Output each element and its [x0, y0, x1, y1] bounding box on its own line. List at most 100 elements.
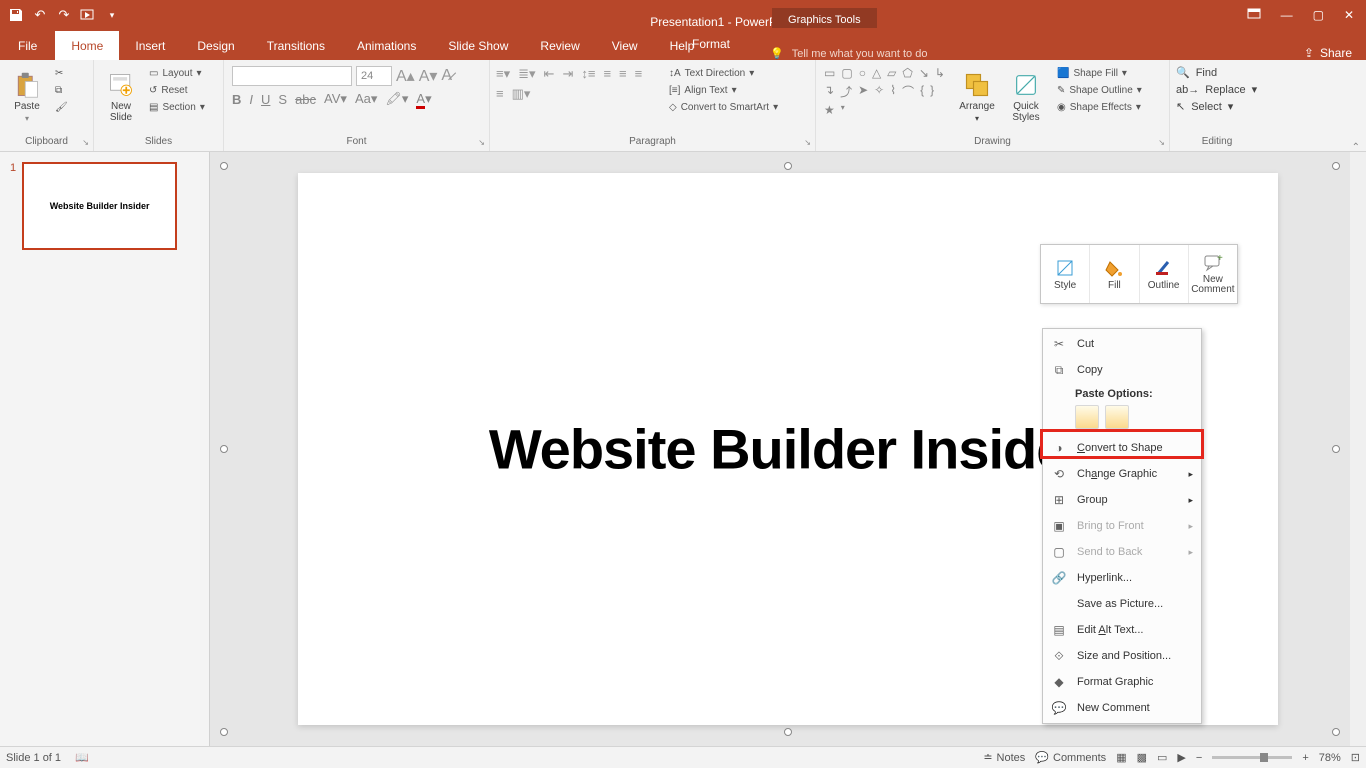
save-icon[interactable] — [8, 7, 24, 23]
cm-send-to-back[interactable]: ▢Send to Back▸ — [1043, 539, 1201, 565]
paragraph-launcher-icon[interactable]: ↘ — [804, 138, 811, 147]
normal-view-button[interactable]: ▦ — [1116, 751, 1126, 764]
tab-file[interactable]: File — [0, 32, 55, 60]
start-from-beginning-icon[interactable] — [80, 7, 96, 23]
format-painter-button[interactable]: 🖌 — [49, 100, 74, 115]
selection-handle[interactable] — [1332, 728, 1340, 736]
selection-handle[interactable] — [1332, 445, 1340, 453]
mini-fill-button[interactable]: Fill — [1090, 245, 1139, 303]
clear-formatting-icon[interactable]: A̷ — [441, 67, 452, 85]
mini-new-comment-button[interactable]: +New Comment — [1189, 245, 1237, 303]
shape-fill-button[interactable]: 🟦 Shape Fill ▾ — [1051, 66, 1148, 81]
tab-slideshow[interactable]: Slide Show — [432, 32, 524, 60]
find-button[interactable]: 🔍 Find — [1176, 66, 1257, 79]
spellcheck-button[interactable]: 📖 — [75, 751, 89, 764]
paste-option-use-destination[interactable] — [1075, 405, 1099, 429]
minimize-icon[interactable]: — — [1281, 8, 1293, 23]
cm-size-position[interactable]: ⟐Size and Position... — [1043, 643, 1201, 669]
tell-me-search[interactable]: 💡 Tell me what you want to do — [770, 47, 927, 60]
cut-button[interactable]: ✂ — [49, 66, 74, 81]
clipboard-launcher-icon[interactable]: ↘ — [82, 138, 89, 147]
font-launcher-icon[interactable]: ↘ — [478, 138, 485, 147]
zoom-slider[interactable] — [1212, 756, 1292, 759]
font-name-input[interactable] — [232, 66, 352, 86]
redo-icon[interactable]: ↷ — [56, 7, 72, 23]
tab-insert[interactable]: Insert — [119, 32, 181, 60]
tab-animations[interactable]: Animations — [341, 32, 432, 60]
vertical-scrollbar[interactable] — [1350, 152, 1366, 746]
cm-new-comment[interactable]: 💬New Comment — [1043, 695, 1201, 721]
justify-button[interactable]: ≡ — [496, 86, 504, 102]
slide-sorter-button[interactable]: ▩ — [1137, 751, 1147, 764]
paste-button[interactable]: Paste ▾ — [6, 64, 48, 130]
layout-button[interactable]: ▭ Layout ▾ — [143, 66, 211, 81]
new-slide-button[interactable]: New Slide — [100, 64, 142, 130]
bullets-button[interactable]: ≡▾ — [496, 66, 510, 82]
fit-to-window-button[interactable]: ⊡ — [1351, 751, 1360, 764]
tab-review[interactable]: Review — [524, 32, 595, 60]
cm-edit-alt-text[interactable]: ▤Edit Alt Text... — [1043, 617, 1201, 643]
quick-styles-button[interactable]: Quick Styles — [1002, 64, 1050, 130]
share-button[interactable]: ⇪ Share — [1304, 46, 1352, 60]
tab-design[interactable]: Design — [181, 32, 250, 60]
selection-handle[interactable] — [220, 162, 228, 170]
character-spacing-button[interactable]: AV▾ — [324, 91, 347, 107]
copy-button[interactable]: ⧉ — [49, 83, 74, 98]
zoom-level[interactable]: 78% — [1319, 752, 1341, 764]
cm-copy[interactable]: ⧉Copy — [1043, 357, 1201, 383]
columns-button[interactable]: ▥▾ — [512, 86, 531, 102]
cm-cut[interactable]: ✂Cut — [1043, 331, 1201, 357]
slide-thumbnail-1[interactable]: Website Builder Insider — [22, 162, 177, 250]
arrange-button[interactable]: Arrange▾ — [953, 64, 1001, 130]
cm-change-graphic[interactable]: ⟲Change Graphic▸ — [1043, 461, 1201, 487]
cm-format-graphic[interactable]: ◆Format Graphic — [1043, 669, 1201, 695]
font-color-button[interactable]: A▾ — [416, 91, 431, 107]
italic-button[interactable]: I — [249, 92, 253, 107]
highlight-button[interactable]: 🖍▾ — [385, 91, 408, 107]
maximize-icon[interactable]: ▢ — [1313, 8, 1324, 23]
reset-button[interactable]: ↺ Reset — [143, 83, 211, 98]
shadow-button[interactable]: S — [278, 92, 287, 107]
select-button[interactable]: ↖ Select ▾ — [1176, 100, 1257, 113]
paste-option-picture[interactable] — [1105, 405, 1129, 429]
slideshow-view-button[interactable]: ▶ — [1177, 751, 1185, 764]
change-case-button[interactable]: Aa▾ — [355, 91, 377, 107]
text-direction-button[interactable]: ↕A Text Direction ▾ — [663, 66, 784, 81]
selection-handle[interactable] — [1332, 162, 1340, 170]
tab-home[interactable]: Home — [55, 31, 119, 60]
tab-transitions[interactable]: Transitions — [251, 32, 341, 60]
numbering-button[interactable]: ≣▾ — [518, 66, 535, 82]
zoom-out-button[interactable]: − — [1196, 752, 1202, 764]
ribbon-options-icon[interactable] — [1247, 8, 1261, 23]
strikethrough-button[interactable]: abc — [295, 92, 316, 107]
section-button[interactable]: ▤ Section ▾ — [143, 100, 211, 115]
increase-font-icon[interactable]: A▴ — [396, 66, 415, 86]
selection-handle[interactable] — [220, 728, 228, 736]
underline-button[interactable]: U — [261, 92, 270, 107]
align-left-button[interactable]: ≡ — [603, 66, 611, 82]
shape-outline-button[interactable]: ✎ Shape Outline ▾ — [1051, 83, 1148, 98]
convert-smartart-button[interactable]: ◇ Convert to SmartArt ▾ — [663, 100, 784, 115]
tab-format[interactable]: Format — [670, 30, 752, 58]
decrease-font-icon[interactable]: A▾ — [419, 66, 438, 86]
drawing-launcher-icon[interactable]: ↘ — [1158, 138, 1165, 147]
shapes-gallery[interactable]: ▭▢○△▱⬠ ↘↳↴⤴➤✧ ⌇⌒{}★▾ — [822, 64, 952, 119]
cm-group[interactable]: ⊞Group▸ — [1043, 487, 1201, 513]
slide-graphic-text[interactable]: Website Builder Insider — [489, 417, 1087, 482]
align-right-button[interactable]: ≡ — [635, 66, 643, 82]
cm-bring-to-front[interactable]: ▣Bring to Front▸ — [1043, 513, 1201, 539]
cm-save-as-picture[interactable]: Save as Picture... — [1043, 591, 1201, 617]
increase-indent-button[interactable]: ⇥ — [562, 66, 573, 82]
mini-outline-button[interactable]: Outline — [1140, 245, 1189, 303]
zoom-in-button[interactable]: + — [1302, 752, 1308, 764]
bold-button[interactable]: B — [232, 92, 241, 107]
reading-view-button[interactable]: ▭ — [1157, 751, 1167, 764]
close-icon[interactable]: ✕ — [1344, 8, 1354, 23]
selection-handle[interactable] — [220, 445, 228, 453]
cm-convert-to-shape[interactable]: ◑CConvert to Shapeonvert to Shape — [1043, 435, 1201, 461]
decrease-indent-button[interactable]: ⇤ — [544, 66, 555, 82]
tab-view[interactable]: View — [596, 32, 654, 60]
align-center-button[interactable]: ≡ — [619, 66, 627, 82]
cm-hyperlink[interactable]: 🔗Hyperlink... — [1043, 565, 1201, 591]
replace-button[interactable]: ab→ Replace ▾ — [1176, 83, 1257, 96]
